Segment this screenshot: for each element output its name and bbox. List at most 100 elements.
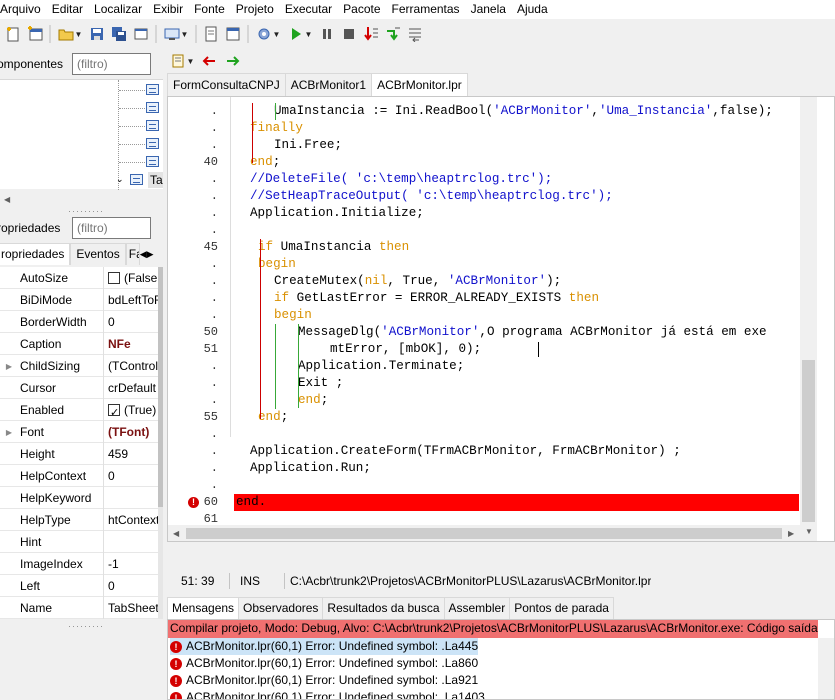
menu-fonte[interactable]: Fonte xyxy=(188,0,230,19)
menu-localizar[interactable]: Localizar xyxy=(88,0,147,19)
menu-editar[interactable]: Editar xyxy=(46,0,88,19)
menu-projeto[interactable]: Projeto xyxy=(230,0,279,19)
tabsheet-node-icon[interactable] xyxy=(146,102,159,113)
code-line[interactable]: end; xyxy=(250,154,280,171)
error-marker-icon[interactable]: ! xyxy=(188,497,199,508)
new-form-icon[interactable] xyxy=(25,23,45,45)
expand-arrow-icon[interactable]: ▶ xyxy=(0,355,18,377)
property-row[interactable]: Hint xyxy=(0,531,158,553)
step-into-icon[interactable] xyxy=(361,23,381,45)
tab-form-consulta-cnpj[interactable]: FormConsultaCNPJ xyxy=(167,73,286,96)
error-message[interactable]: ! ACBrMonitor.lpr(60,1) Error: Undefined… xyxy=(170,672,478,689)
property-value[interactable]: (TFont) xyxy=(104,421,158,443)
tabsheet-node-icon[interactable] xyxy=(146,120,159,131)
property-row[interactable]: HelpKeyword xyxy=(0,487,158,509)
step-out-icon[interactable] xyxy=(405,23,425,45)
tabsheet-node-icon[interactable] xyxy=(130,174,143,185)
property-row[interactable]: Enabled (True) xyxy=(0,399,158,421)
scroll-thumb[interactable] xyxy=(186,528,782,539)
tree-node-label[interactable]: Ta xyxy=(148,172,163,188)
property-row[interactable]: ▶ChildSizing (TControlC xyxy=(0,355,158,377)
property-value[interactable]: htContext xyxy=(104,509,158,531)
tabsheet-node-icon[interactable] xyxy=(146,84,159,95)
property-row[interactable]: HelpContext 0 xyxy=(0,465,158,487)
code-line[interactable]: end; xyxy=(258,409,288,426)
source-options-icon[interactable]: ▼ xyxy=(169,50,195,72)
components-tree[interactable]: ⌄ Ta xyxy=(0,79,163,190)
code-line[interactable]: end; xyxy=(298,392,328,409)
tab-properties[interactable]: ropriedades xyxy=(0,243,71,265)
property-row[interactable]: BiDiMode bdLeftToR xyxy=(0,289,158,311)
code-line[interactable]: //DeleteFile( 'c:\temp\heaptrclog.trc'); xyxy=(250,171,552,188)
scroll-thumb[interactable] xyxy=(802,360,815,522)
menu-arquivo[interactable]: Arquivo xyxy=(0,0,46,19)
new-unit-icon[interactable] xyxy=(3,23,23,45)
property-value[interactable]: 0 xyxy=(104,311,158,333)
properties-filter-input[interactable] xyxy=(72,217,151,239)
property-value[interactable]: 459 xyxy=(104,443,158,465)
save-icon[interactable] xyxy=(87,23,107,45)
view-units-icon[interactable]: ▼ xyxy=(161,23,191,45)
property-checkbox[interactable] xyxy=(108,272,120,284)
editor-hscroll[interactable]: ◀ ▶ xyxy=(168,525,800,541)
error-message[interactable]: ! ACBrMonitor.lpr(60,1) Error: Undefined… xyxy=(170,689,485,699)
property-row[interactable]: Caption NFe xyxy=(0,333,158,355)
tabsheet-node-icon[interactable] xyxy=(146,156,159,167)
property-value[interactable]: 0 xyxy=(104,465,158,487)
code-line[interactable]: mtError, [mbOK], 0); xyxy=(330,341,481,358)
tab-messages[interactable]: Mensagens xyxy=(167,597,240,619)
tab-scroll-arrows-icon[interactable]: ◀▶ xyxy=(140,243,154,265)
property-value[interactable]: TabSheetI xyxy=(104,597,158,619)
property-value[interactable]: (TControlC xyxy=(104,355,158,377)
code-line[interactable]: Application.Terminate; xyxy=(298,358,464,375)
property-row[interactable]: Name TabSheetI xyxy=(0,597,158,619)
messages-list[interactable]: Compilar projeto, Modo: Debug, Alvo: C:\… xyxy=(167,619,835,700)
property-row[interactable]: HelpType htContext xyxy=(0,509,158,531)
error-message[interactable]: ! ACBrMonitor.lpr(60,1) Error: Undefined… xyxy=(170,655,478,672)
code-line[interactable]: Ini.Free; xyxy=(274,137,342,154)
menu-ajuda[interactable]: Ajuda xyxy=(511,0,553,19)
code-line[interactable]: CreateMutex(nil, True, 'ACBrMonitor'); xyxy=(274,273,561,290)
pause-icon[interactable] xyxy=(317,23,337,45)
menu-executar[interactable]: Executar xyxy=(279,0,337,19)
property-value[interactable]: NFe xyxy=(104,333,158,355)
run-icon[interactable]: ▼ xyxy=(285,23,315,45)
code-line[interactable]: MessageDlg('ACBrMonitor',O programa ACBr… xyxy=(298,324,767,341)
expand-arrow-icon[interactable]: ▶ xyxy=(0,421,18,443)
tab-acbr-monitor1[interactable]: ACBrMonitor1 xyxy=(284,73,373,96)
tab-watches[interactable]: Observadores xyxy=(238,597,324,619)
menu-janela[interactable]: Janela xyxy=(465,0,511,19)
change-build-mode-icon[interactable]: ▼ xyxy=(253,23,283,45)
stop-icon[interactable] xyxy=(339,23,359,45)
property-value[interactable]: (True) xyxy=(104,399,158,421)
open-icon[interactable]: ▼ xyxy=(55,23,85,45)
property-value[interactable]: 0 xyxy=(104,575,158,597)
property-value[interactable] xyxy=(104,487,158,509)
tab-breakpoints[interactable]: Pontos de parada xyxy=(509,597,614,619)
code-line[interactable]: Application.Initialize; xyxy=(250,205,424,222)
property-row[interactable]: AutoSize (False xyxy=(0,267,158,289)
property-value[interactable]: bdLeftToR xyxy=(104,289,158,311)
property-value[interactable]: -1 xyxy=(104,553,158,575)
forward-arrow-icon[interactable] xyxy=(223,50,243,72)
code-line[interactable]: Application.Run; xyxy=(250,460,371,477)
step-over-icon[interactable] xyxy=(383,23,403,45)
tab-acbr-monitor-lpr[interactable]: ACBrMonitor.lpr xyxy=(371,73,468,97)
property-value[interactable]: crDefault xyxy=(104,377,158,399)
property-row[interactable]: Cursor crDefault xyxy=(0,377,158,399)
property-row[interactable]: BorderWidth 0 xyxy=(0,311,158,333)
splitter-handle[interactable]: ········· xyxy=(68,621,104,631)
property-row[interactable]: ▶ Font (TFont) xyxy=(0,421,158,443)
code-line[interactable]: if GetLastError = ERROR_ALREADY_EXISTS t… xyxy=(274,290,599,307)
toggle-view-icon[interactable] xyxy=(223,23,243,45)
view-forms-icon[interactable] xyxy=(201,23,221,45)
code-line[interactable]: begin xyxy=(274,307,312,324)
property-row[interactable]: Left 0 xyxy=(0,575,158,597)
editor-vscroll[interactable]: ▼ xyxy=(800,97,817,541)
property-row[interactable]: ImageIndex -1 xyxy=(0,553,158,575)
source-editor[interactable]: ... 40.... 45.... 50 51... 55.... 60! 61 end. U… xyxy=(167,96,835,542)
compile-message-header[interactable]: Compilar projeto, Modo: Debug, Alvo: C:\… xyxy=(168,620,818,638)
property-value[interactable] xyxy=(104,531,158,553)
messages-vscroll[interactable] xyxy=(818,638,834,699)
code-line[interactable]: //SetHeapTraceOutput( 'c:\temp\heaptrclo… xyxy=(250,188,613,205)
